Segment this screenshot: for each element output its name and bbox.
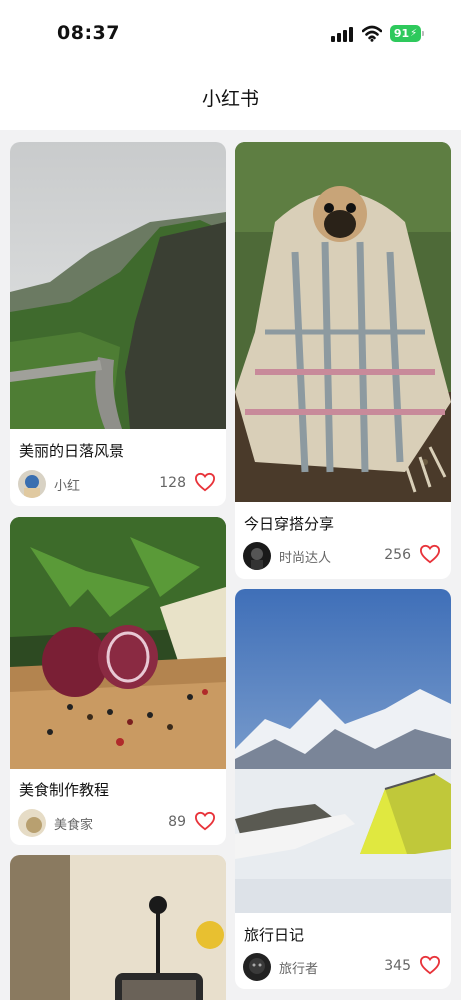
nav-header: 小红书: [0, 64, 461, 130]
author-avatar[interactable]: [243, 542, 271, 570]
pug-in-blanket-photo: [235, 142, 451, 502]
note-meta: 美食家 89: [18, 809, 216, 837]
avatar-image: [18, 470, 46, 498]
avatar-image: [18, 809, 46, 837]
author-name[interactable]: 美食家: [54, 814, 93, 833]
heart-icon[interactable]: [419, 544, 441, 564]
note-meta: 时尚达人 256: [243, 542, 441, 570]
note-card[interactable]: 美丽的日落风景 小红 128: [10, 142, 226, 506]
note-title[interactable]: 美丽的日落风景: [19, 440, 124, 461]
page-title: 小红书: [201, 88, 259, 110]
note-title[interactable]: 旅行日记: [244, 924, 304, 945]
note-cover-image[interactable]: [235, 142, 451, 502]
note-title[interactable]: 美食制作教程: [19, 779, 109, 800]
wifi-icon: [362, 25, 382, 42]
note-card[interactable]: 今日穿搭分享 时尚达人 256: [235, 142, 451, 579]
note-meta: 小红 128: [18, 470, 216, 498]
avatar-image: [243, 953, 271, 981]
charging-bolt-icon: ⚡: [410, 28, 418, 39]
heart-icon[interactable]: [194, 472, 216, 492]
app-screen: 08:37 91 ⚡ 小红书 美丽的日落风景 小红 128 美食制作教程 美食家…: [0, 0, 461, 1000]
like-count: 345: [384, 958, 411, 974]
author-name[interactable]: 小红: [54, 475, 80, 494]
battery-level: 91: [393, 27, 410, 40]
avatar-image: [243, 542, 271, 570]
author-name[interactable]: 旅行者: [279, 958, 318, 977]
author-avatar[interactable]: [18, 809, 46, 837]
like-count: 89: [168, 814, 186, 830]
note-cover-image[interactable]: [10, 855, 226, 1000]
like-count: 128: [159, 475, 186, 491]
note-card[interactable]: [10, 855, 226, 1000]
onions-and-peppercorns-photo: [10, 517, 226, 769]
author-avatar[interactable]: [18, 470, 46, 498]
french-press-photo: [10, 855, 226, 1000]
note-title[interactable]: 今日穿搭分享: [244, 513, 334, 534]
heart-icon[interactable]: [194, 811, 216, 831]
note-card[interactable]: 旅行日记 旅行者 345: [235, 589, 451, 989]
like-count: 256: [384, 547, 411, 563]
author-name[interactable]: 时尚达人: [279, 547, 331, 566]
heart-icon[interactable]: [419, 955, 441, 975]
note-card[interactable]: 美食制作教程 美食家 89: [10, 517, 226, 845]
note-meta: 旅行者 345: [243, 953, 441, 981]
mountain-landscape-photo: [10, 142, 226, 429]
battery-icon: 91 ⚡: [390, 25, 424, 42]
snowy-mountain-tent-photo: [235, 589, 451, 913]
note-cover-image[interactable]: [10, 517, 226, 769]
status-bar: 08:37 91 ⚡: [0, 0, 461, 64]
author-avatar[interactable]: [243, 953, 271, 981]
note-cover-image[interactable]: [235, 589, 451, 913]
status-time: 08:37: [57, 22, 120, 44]
signal-icon: [331, 27, 353, 42]
note-cover-image[interactable]: [10, 142, 226, 429]
